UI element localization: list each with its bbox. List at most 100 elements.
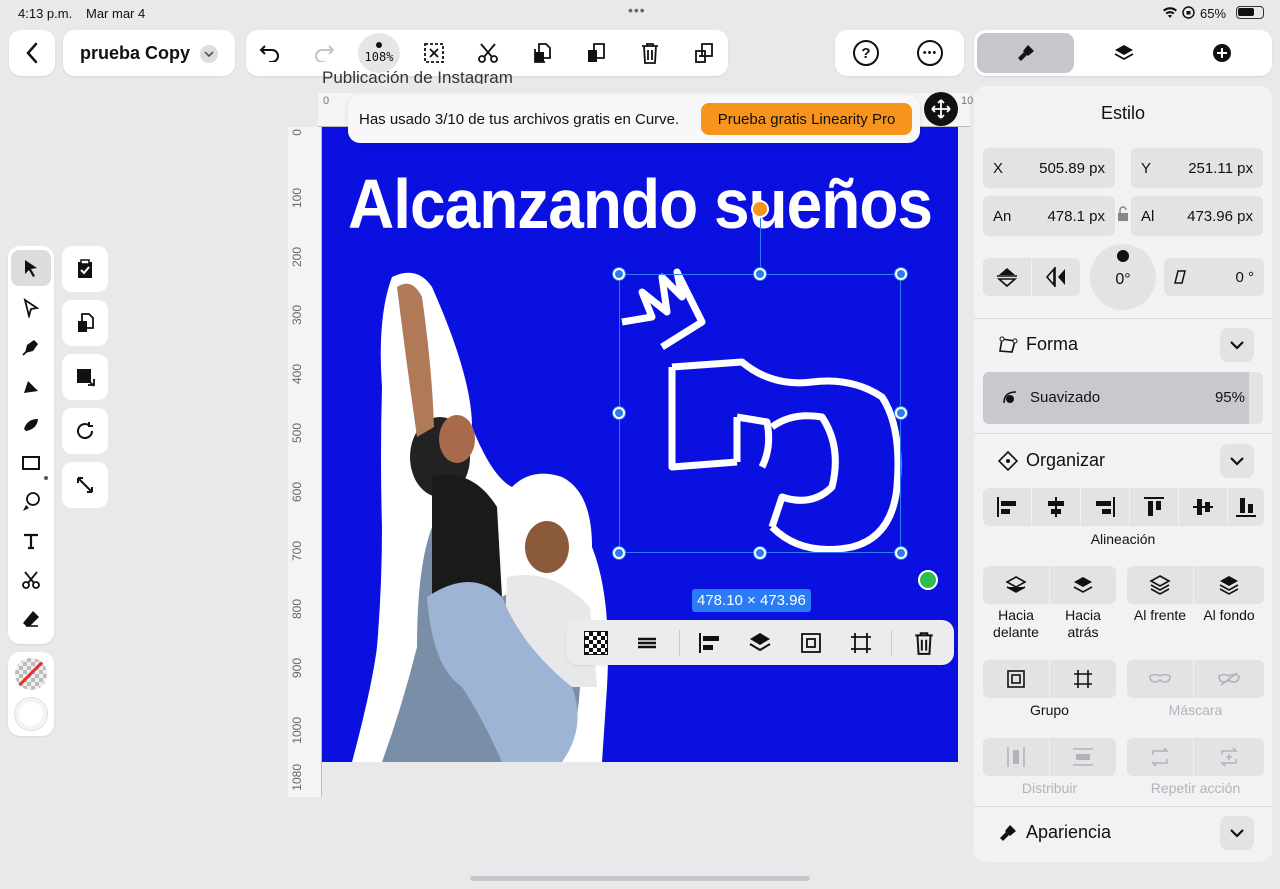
headline-text[interactable]: Alcanzando sueños <box>322 164 958 244</box>
copy-button[interactable] <box>520 30 564 76</box>
rotation-handle-line <box>760 216 761 274</box>
home-indicator[interactable] <box>470 876 810 881</box>
skew-field[interactable]: 0 ° <box>1164 258 1264 296</box>
try-pro-button[interactable]: Prueba gratis Linearity Pro <box>701 103 912 135</box>
corner-radius-handle[interactable] <box>918 570 938 590</box>
flip-horizontal-button[interactable] <box>1032 258 1080 296</box>
resize-handle-tl[interactable] <box>613 268 625 280</box>
undo-button[interactable] <box>248 30 292 76</box>
redo-icon <box>315 45 335 62</box>
layers-arrange-icon[interactable] <box>748 631 772 655</box>
stroke-color-swatch[interactable] <box>15 698 47 730</box>
paste-style-button[interactable] <box>62 354 108 400</box>
smoothing-slider[interactable]: Suavizado 95% <box>983 372 1263 424</box>
selection-size-label: 478.10 × 473.96 <box>692 589 811 612</box>
battery-percent: 65% <box>1200 6 1227 21</box>
help-more-group: ? ••• <box>835 30 964 76</box>
flip-vertical-icon <box>996 268 1018 288</box>
repeat-icon <box>1151 747 1169 767</box>
align-top-button[interactable] <box>1130 488 1178 526</box>
send-to-back-button[interactable] <box>1194 566 1264 604</box>
tab-layers[interactable] <box>1075 33 1172 73</box>
stroke-weight-icon[interactable] <box>636 633 658 653</box>
align-bottom-button[interactable] <box>1228 488 1264 526</box>
chevron-down-icon <box>1230 457 1244 466</box>
bring-forward-button[interactable] <box>983 566 1049 604</box>
more-options-icon[interactable]: ••• <box>917 40 943 66</box>
height-field[interactable]: Al 473.96 px <box>1131 196 1263 236</box>
y-position-field[interactable]: Y 251.11 px <box>1131 148 1263 188</box>
apariencia-section-title[interactable]: Apariencia <box>998 822 1111 843</box>
pen-tool[interactable] <box>11 329 51 365</box>
replace-icon <box>695 43 713 63</box>
rotate-button[interactable] <box>62 408 108 454</box>
context-toolbar <box>566 620 954 665</box>
trash-icon[interactable] <box>913 631 935 655</box>
repeat-add-icon <box>1220 747 1238 767</box>
forma-collapse-button[interactable] <box>1220 328 1254 362</box>
send-backward-button[interactable] <box>1050 566 1116 604</box>
plus-circle-icon <box>1212 44 1231 62</box>
paste-button[interactable] <box>574 30 618 76</box>
mask-label: Máscara <box>1168 702 1223 718</box>
select-all-button[interactable] <box>62 246 108 292</box>
ruler-v-tick-label: 600 <box>290 481 304 502</box>
distribute-label: Distribuir <box>1021 780 1078 796</box>
delete-button[interactable] <box>628 30 672 76</box>
text-tool[interactable] <box>11 523 51 559</box>
organizar-collapse-button[interactable] <box>1220 444 1254 478</box>
selection-bounding-box[interactable] <box>619 274 901 553</box>
group-button[interactable] <box>983 660 1049 698</box>
undo-icon <box>259 45 279 62</box>
zoom-button[interactable]: 108% <box>358 33 400 73</box>
align-right-button[interactable] <box>1081 488 1129 526</box>
text-icon <box>24 533 38 550</box>
flip-vertical-button[interactable] <box>983 258 1031 296</box>
replace-button[interactable] <box>682 30 726 76</box>
resize-handle-b[interactable] <box>754 547 766 559</box>
eraser-tool[interactable] <box>11 601 51 637</box>
resize-handle-tr[interactable] <box>895 268 907 280</box>
fill-color-swatch[interactable] <box>15 658 47 690</box>
rotation-handle[interactable] <box>751 200 769 218</box>
help-icon[interactable]: ? <box>853 40 879 66</box>
node-tool[interactable] <box>11 290 51 326</box>
align-left-icon[interactable] <box>697 631 721 655</box>
scale-button[interactable] <box>62 462 108 508</box>
width-field[interactable]: An 478.1 px <box>983 196 1115 236</box>
back-button[interactable] <box>9 30 55 76</box>
resize-handle-l[interactable] <box>613 407 625 419</box>
brush-tool[interactable] <box>11 406 51 442</box>
ungroup-icon[interactable] <box>849 631 873 655</box>
apariencia-collapse-button[interactable] <box>1220 816 1254 850</box>
x-position-field[interactable]: X 505.89 px <box>983 148 1115 188</box>
align-left-button[interactable] <box>983 488 1031 526</box>
selection-tool[interactable] <box>11 250 51 286</box>
duplicate-button[interactable] <box>62 300 108 346</box>
tab-add[interactable] <box>1173 33 1270 73</box>
fill-tool[interactable] <box>11 484 51 520</box>
align-center-v-button[interactable] <box>1179 488 1227 526</box>
scissors-tool[interactable] <box>11 562 51 598</box>
lock-proportions-icon[interactable] <box>1117 206 1129 222</box>
rotation-dial[interactable]: 0° <box>1090 244 1156 310</box>
resize-handle-t[interactable] <box>754 268 766 280</box>
group-icon <box>1007 670 1025 688</box>
organizar-section-title[interactable]: Organizar <box>998 450 1105 471</box>
tab-style[interactable] <box>977 33 1074 73</box>
orientation-lock-icon <box>1182 6 1195 19</box>
resize-handle-r[interactable] <box>895 407 907 419</box>
resize-handle-bl[interactable] <box>613 547 625 559</box>
pencil-tool[interactable] <box>11 368 51 404</box>
resize-handle-br[interactable] <box>895 547 907 559</box>
forma-section-title[interactable]: Forma <box>998 334 1078 355</box>
ungroup-icon <box>1074 670 1092 688</box>
document-name-button[interactable]: prueba Copy <box>63 30 235 76</box>
multitask-dots-icon[interactable]: ••• <box>628 2 646 18</box>
align-center-h-button[interactable] <box>1032 488 1080 526</box>
transparency-icon[interactable] <box>584 631 608 655</box>
bring-to-front-button[interactable] <box>1127 566 1193 604</box>
group-icon[interactable] <box>799 631 823 655</box>
move-canvas-button[interactable] <box>924 92 958 126</box>
ungroup-button[interactable] <box>1050 660 1116 698</box>
